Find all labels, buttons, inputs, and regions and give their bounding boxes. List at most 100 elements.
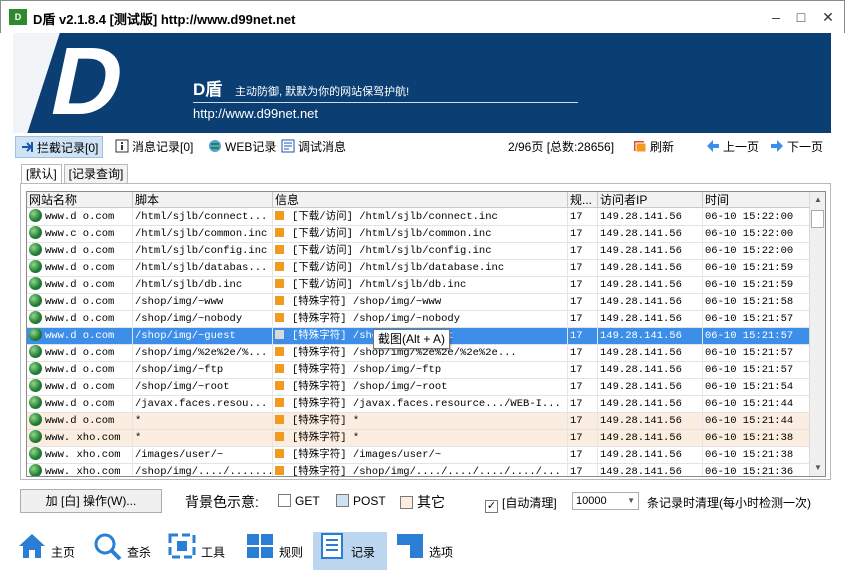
table-row[interactable]: www.d o.com/shop/img/~nobody [特殊字符] /shop…	[27, 311, 811, 328]
cell-site-text: www.d o.com	[45, 262, 115, 274]
cell-site-text: www.d o.com	[45, 211, 115, 223]
prev-page-button[interactable]: 上一页	[706, 136, 759, 158]
table-row[interactable]: www. xho.com/images/user/~ [特殊字符] /images…	[27, 447, 811, 464]
table-row[interactable]: www.d o.com/html/sjlb/config.inc [下载/访问] …	[27, 243, 811, 260]
web-icon	[208, 138, 222, 152]
minimize-icon[interactable]: –	[766, 7, 786, 27]
auto-clean-checkbox[interactable]: ✓ [自动清理]	[485, 494, 557, 513]
cell-rule-text: 17	[570, 381, 583, 393]
nav-rules[interactable]: 规则	[241, 532, 307, 570]
column-info[interactable]: 信息	[273, 192, 568, 208]
cell-ip-text: 149.28.141.56	[600, 330, 682, 342]
cell-rule-text: 17	[570, 228, 583, 240]
table-row[interactable]: www.d o.com/html/sjlb/connect... [下载/访问] …	[27, 209, 811, 226]
cell-ip: 149.28.141.56	[598, 243, 703, 260]
threshold-value: 10000	[576, 495, 607, 507]
scroll-thumb[interactable]	[811, 210, 824, 228]
cell-rule-text: 17	[570, 449, 583, 461]
cell-script: /html/sjlb/connect...	[133, 209, 273, 226]
banner-url[interactable]: http://www.d99net.net	[193, 106, 318, 121]
table-row[interactable]: www.d o.com/html/sjlb/db.inc [下载/访问] /htm…	[27, 277, 811, 294]
cell-ip-text: 149.28.141.56	[600, 415, 682, 427]
globe-icon	[29, 277, 42, 290]
cell-ip-text: 149.28.141.56	[600, 228, 682, 240]
cell-time: 06-10 15:21:57	[703, 362, 811, 379]
refresh-button[interactable]: 刷新	[633, 136, 674, 158]
cell-rule-text: 17	[570, 364, 583, 376]
globe-icon	[29, 328, 42, 341]
table-row[interactable]: www. xho.com/shop/img/..../....... [特殊字符]…	[27, 464, 811, 476]
maximize-icon[interactable]: □	[791, 7, 811, 27]
table-row[interactable]: www. xho.com * [特殊字符] * 17 149.28.141.56 06-1…	[27, 430, 811, 447]
cell-rule-text: 17	[570, 211, 583, 223]
next-page-label: 下一页	[787, 140, 824, 154]
table-row[interactable]: www.d o.com/javax.faces.resou... [特殊字符] /…	[27, 396, 811, 413]
cell-info: [下载/访问] /html/sjlb/config.inc	[273, 243, 568, 260]
column-script[interactable]: 脚本	[133, 192, 273, 208]
nav-tools[interactable]: 工具	[163, 532, 229, 570]
table-row[interactable]: www.d o.com/shop/img/~root [特殊字符] /shop/i…	[27, 379, 811, 396]
cell-ip: 149.28.141.56	[598, 430, 703, 447]
web-log-button[interactable]: WEB记录	[208, 136, 276, 158]
column-site[interactable]: 网站名称	[27, 192, 133, 208]
cell-site: www.d o.com	[27, 345, 133, 362]
cell-site: www.d o.com	[27, 277, 133, 294]
cell-script-text: /javax.faces.resou...	[135, 398, 268, 410]
column-time[interactable]: 时间	[703, 192, 811, 208]
alert-square-icon	[275, 279, 284, 288]
table-row[interactable]: www.d o.com/html/sjlb/databas... [下载/访问] …	[27, 260, 811, 277]
nav-options[interactable]: 选项	[391, 532, 457, 570]
debug-message-button[interactable]: 调试消息	[281, 136, 346, 158]
close-icon[interactable]: ✕	[818, 7, 838, 27]
screenshot-tooltip: 截图(Alt + A)	[373, 329, 451, 349]
auto-clean-check-icon[interactable]: ✓	[485, 500, 498, 513]
column-ip[interactable]: 访问者IP	[598, 192, 703, 208]
cell-rule: 17	[568, 311, 598, 328]
cell-site: www.d o.com	[27, 328, 133, 345]
dropdown-arrow-icon[interactable]: ▼	[627, 493, 635, 509]
nav-scan[interactable]: 查杀	[89, 532, 155, 570]
cell-ip: 149.28.141.56	[598, 260, 703, 277]
cell-rule: 17	[568, 243, 598, 260]
intercept-log-button[interactable]: 拦截记录[0]	[15, 136, 104, 158]
cell-rule: 17	[568, 362, 598, 379]
scroll-down-icon[interactable]: ▼	[810, 460, 825, 476]
cell-time-text: 06-10 15:21:44	[705, 415, 794, 427]
cell-rule: 17	[568, 464, 598, 476]
table-row[interactable]: www.d o.com/shop/img/~www [特殊字符] /shop/im…	[27, 294, 811, 311]
whitelist-action-button[interactable]: 加 [白] 操作(W)...	[20, 489, 162, 513]
cell-ip: 149.28.141.56	[598, 345, 703, 362]
cell-rule-text: 17	[570, 296, 583, 308]
next-page-button[interactable]: 下一页	[770, 136, 823, 158]
cell-ip-text: 149.28.141.56	[600, 279, 682, 291]
cell-site-text: www.d o.com	[45, 279, 115, 291]
table-row[interactable]: www.d o.com/shop/img/~ftp [特殊字符] /shop/im…	[27, 362, 811, 379]
alert-square-icon	[275, 296, 284, 305]
table-row[interactable]: www.d o.com * [特殊字符] * 17 149.28.141.56 06-10…	[27, 413, 811, 430]
threshold-select[interactable]: 10000 ▼	[572, 492, 639, 510]
cell-info: [特殊字符] *	[273, 430, 568, 447]
table-row[interactable]: www.c o.com/html/sjlb/common.inc [下载/访问] …	[27, 226, 811, 243]
scroll-up-icon[interactable]: ▲	[810, 192, 825, 208]
tab-default[interactable]: [默认]	[21, 164, 62, 184]
tab-record-query[interactable]: [记录查询]	[63, 164, 129, 184]
nav-logs[interactable]: 记录	[313, 532, 387, 570]
message-log-button[interactable]: 消息记录[0]	[115, 136, 193, 158]
cell-rule: 17	[568, 413, 598, 430]
cell-info: [特殊字符] /shop/img/~nobody	[273, 311, 568, 328]
cell-info-text: [下载/访问] /html/sjlb/db.inc	[292, 279, 467, 291]
cell-script: /shop/img/~ftp	[133, 362, 273, 379]
cell-info-text: [特殊字符] *	[292, 415, 360, 427]
cell-ip-text: 149.28.141.56	[600, 449, 682, 461]
message-log-label: 消息记录[0]	[132, 140, 194, 154]
column-rule[interactable]: 规...	[568, 192, 598, 208]
nav-home[interactable]: 主页	[13, 532, 79, 570]
cell-site: www.d o.com	[27, 379, 133, 396]
web-log-label: WEB记录	[225, 140, 277, 154]
cell-ip-text: 149.28.141.56	[600, 313, 682, 325]
cell-ip: 149.28.141.56	[598, 226, 703, 243]
cell-script-text: *	[135, 432, 142, 444]
vertical-scrollbar[interactable]: ▲ ▼	[809, 192, 825, 476]
cell-rule-text: 17	[570, 313, 583, 325]
cell-time: 06-10 15:21:38	[703, 447, 811, 464]
